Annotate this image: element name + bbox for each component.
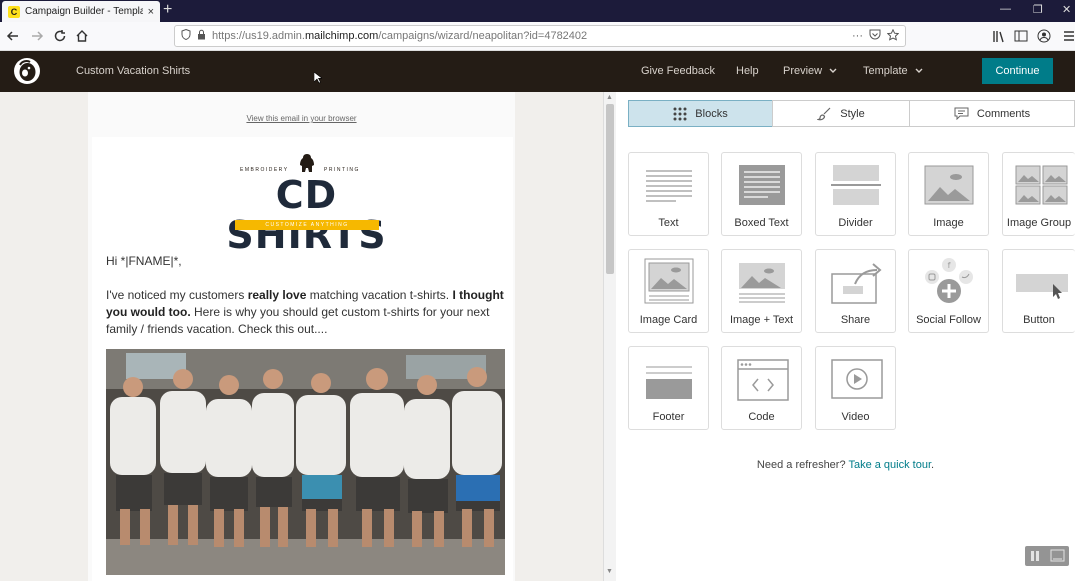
svg-text:f: f [948, 261, 951, 270]
new-tab-icon[interactable]: + [163, 2, 172, 18]
block-footer[interactable]: Footer [628, 346, 709, 430]
block-image[interactable]: Image [908, 152, 989, 236]
panel-tabs: Blocks Style Comments [628, 100, 1075, 127]
give-feedback-link[interactable]: Give Feedback [641, 65, 715, 77]
view-in-browser-link[interactable]: View this email in your browser [88, 114, 515, 123]
logo-tagline: CUSTOMIZE ANYTHING [235, 220, 379, 230]
pause-icon [1031, 549, 1065, 562]
page-actions-icon[interactable]: ··· [852, 30, 863, 42]
window-close-icon[interactable]: ✕ [1062, 3, 1071, 16]
group-photo-illustration [106, 349, 505, 575]
help-link[interactable]: Help [736, 65, 759, 77]
browser-navbar: https://us19.admin.mailchimp.com/campaig… [0, 22, 1075, 51]
block-image-text[interactable]: Image + Text [721, 249, 802, 333]
refresher-text: Need a refresher? Take a quick tour. [756, 459, 935, 471]
greeting-text[interactable]: Hi *|FNAME|*, [106, 254, 182, 268]
block-text[interactable]: Text [628, 152, 709, 236]
block-button[interactable]: Button [1002, 249, 1075, 333]
text-block-icon [646, 170, 692, 202]
menu-icon[interactable] [1060, 27, 1075, 45]
minimize-icon[interactable]: — [1000, 3, 1011, 15]
gorilla-icon [300, 154, 314, 172]
browser-tab[interactable]: C Campaign Builder - Template ( × [2, 1, 160, 22]
image-group-icon [1015, 165, 1068, 205]
button-icon [1016, 274, 1068, 299]
scroll-down-icon[interactable]: ▼ [606, 568, 613, 575]
tab-title: Campaign Builder - Template ( [25, 6, 143, 17]
quick-tour-link[interactable]: Take a quick tour [848, 459, 931, 471]
image-card-icon [644, 258, 694, 304]
email-preview[interactable]: View this email in your browser EMBROIDE… [0, 92, 616, 581]
grid-icon [673, 107, 687, 120]
email-body[interactable]: EMBROIDERY PRINTING CD SHIRTS CUSTOMIZE … [92, 137, 513, 581]
preview-menu[interactable]: Preview [783, 65, 837, 77]
forward-icon[interactable] [28, 27, 46, 45]
social-follow-icon: f [925, 258, 973, 303]
editor-panel: Blocks Style Comments Text Boxed Text Di… [616, 92, 1075, 581]
reload-icon[interactable] [51, 27, 69, 45]
tab-style[interactable]: Style [772, 100, 910, 127]
footer-icon [646, 366, 692, 399]
preview-scrollbar[interactable]: ▲ ▼ [603, 92, 616, 581]
mailchimp-logo-icon[interactable] [13, 57, 41, 85]
block-divider[interactable]: Divider [815, 152, 896, 236]
block-code[interactable]: Code [721, 346, 802, 430]
block-boxed-text[interactable]: Boxed Text [721, 152, 802, 236]
home-icon[interactable] [73, 27, 91, 45]
browser-titlebar: C Campaign Builder - Template ( × + — ❐ … [0, 0, 1075, 22]
block-share[interactable]: Share [815, 249, 896, 333]
bookmark-star-icon[interactable] [886, 28, 900, 44]
block-image-group[interactable]: Image Group [1002, 152, 1075, 236]
video-icon [831, 359, 883, 399]
tab-comments[interactable]: Comments [909, 100, 1075, 127]
share-icon [831, 263, 882, 304]
scroll-up-icon[interactable]: ▲ [606, 94, 613, 101]
library-icon[interactable] [990, 27, 1008, 45]
boxed-text-icon [739, 165, 785, 205]
block-image-card[interactable]: Image Card [628, 249, 709, 333]
screen-recorder-control[interactable] [1025, 546, 1069, 566]
chevron-down-icon [915, 68, 923, 73]
chevron-down-icon [829, 68, 837, 73]
logo-title: CD SHIRTS [226, 173, 387, 257]
body-paragraph[interactable]: I've noticed my customers really love ma… [106, 287, 511, 338]
address-bar[interactable]: https://us19.admin.mailchimp.com/campaig… [174, 25, 906, 47]
code-icon [737, 359, 789, 401]
restore-icon[interactable]: ❐ [1033, 3, 1043, 16]
url-text[interactable]: https://us19.admin.mailchimp.com/campaig… [212, 30, 846, 42]
mailchimp-favicon-icon: C [8, 5, 20, 18]
group-photo[interactable] [106, 349, 505, 575]
shield-icon[interactable] [181, 28, 191, 43]
template-menu[interactable]: Template [863, 65, 923, 77]
back-icon[interactable] [4, 27, 22, 45]
lock-icon[interactable] [197, 29, 206, 43]
campaign-name[interactable]: Custom Vacation Shirts [76, 65, 190, 77]
image-icon [924, 165, 974, 205]
tab-close-icon[interactable]: × [148, 6, 154, 18]
block-video[interactable]: Video [815, 346, 896, 430]
tab-blocks[interactable]: Blocks [628, 100, 773, 127]
sidebar-icon[interactable] [1012, 27, 1030, 45]
brush-icon [818, 107, 831, 121]
scrollbar-thumb[interactable] [606, 104, 614, 274]
pocket-icon[interactable] [869, 29, 881, 43]
account-icon[interactable] [1035, 27, 1053, 45]
cd-shirts-logo[interactable]: EMBROIDERY PRINTING CD SHIRTS CUSTOMIZE … [219, 153, 394, 255]
divider-icon [831, 165, 881, 205]
app-header: Custom Vacation Shirts Give Feedback Hel… [0, 51, 1075, 92]
email-canvas: View this email in your browser EMBROIDE… [88, 92, 515, 581]
block-social-follow[interactable]: f Social Follow [908, 249, 989, 333]
image-text-icon [739, 263, 785, 303]
mouse-cursor-icon [314, 72, 322, 84]
comment-icon [954, 107, 969, 120]
continue-button[interactable]: Continue [982, 58, 1053, 84]
